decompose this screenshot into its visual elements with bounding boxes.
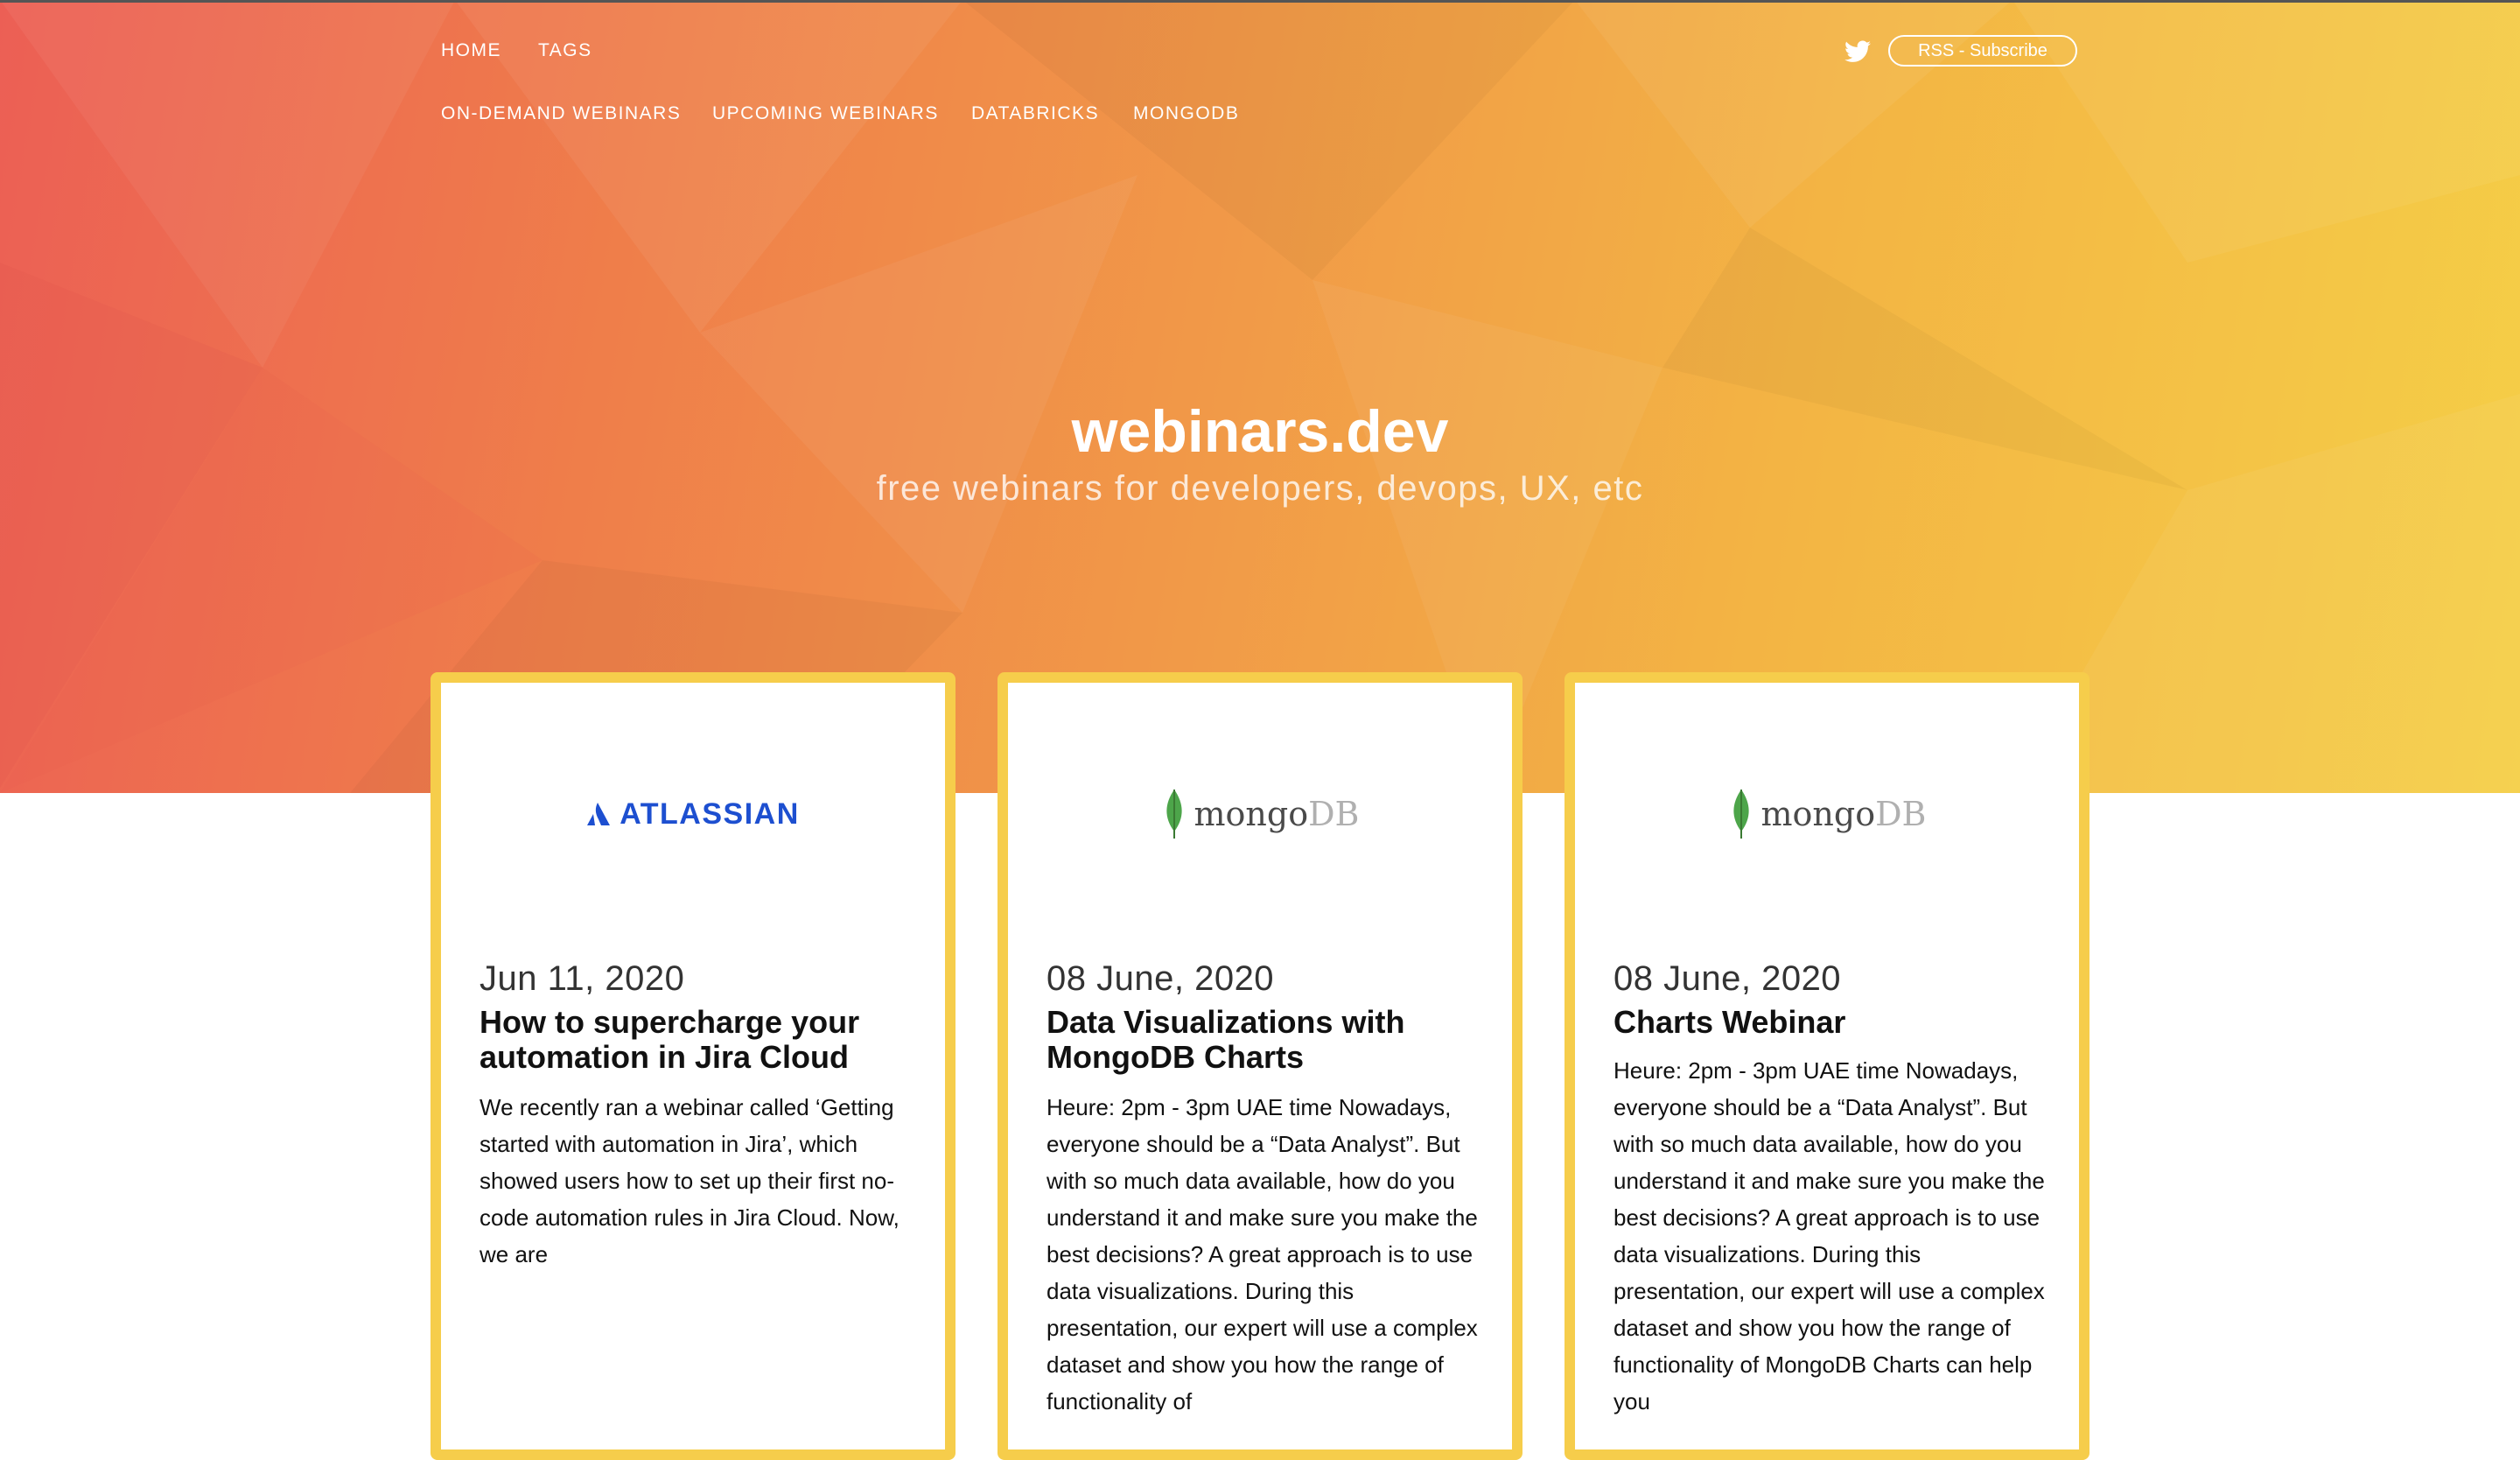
card-title[interactable]: Charts Webinar xyxy=(1614,1005,2051,1040)
card-title[interactable]: How to supercharge your automation in Ji… xyxy=(480,1005,917,1075)
top-border xyxy=(0,0,2520,3)
nav-upcoming-webinars[interactable]: UPCOMING WEBINARS xyxy=(712,103,939,124)
webinar-card[interactable]: ATLASSIAN Jun 11, 2020 How to supercharg… xyxy=(430,672,956,1460)
mongodb-wordmark-main: mongo xyxy=(1760,795,1876,833)
nav-home[interactable]: HOME xyxy=(441,40,501,61)
mongodb-wordmark-db: DB xyxy=(1875,795,1927,833)
card-description: Heure: 2pm - 3pm UAE time Nowadays, ever… xyxy=(1046,1094,1478,1414)
mongodb-leaf-icon xyxy=(1732,790,1749,839)
card-description: We recently ran a webinar called ‘Gettin… xyxy=(480,1094,900,1267)
atlassian-wordmark: ATLASSIAN xyxy=(620,797,800,831)
card-date: 08 June, 2020 xyxy=(1614,959,1842,998)
mongodb-wordmark: mongoDB xyxy=(1761,795,1927,833)
site-subtitle: free webinars for developers, devops, UX… xyxy=(876,469,1644,508)
card-logo: mongoDB xyxy=(1008,779,1512,849)
card-logo: ATLASSIAN xyxy=(441,779,945,849)
card-description: Heure: 2pm - 3pm UAE time Nowadays, ever… xyxy=(1614,1057,2045,1414)
nav-databricks[interactable]: DATABRICKS xyxy=(971,103,1099,124)
site-title: webinars.dev xyxy=(1071,398,1449,465)
mongodb-wordmark-main: mongo xyxy=(1194,795,1309,833)
mongodb-leaf-icon xyxy=(1166,790,1182,839)
card-date: 08 June, 2020 xyxy=(1046,959,1275,998)
card-logo: mongoDB xyxy=(1575,779,2079,849)
nav-on-demand-webinars[interactable]: ON-DEMAND WEBINARS xyxy=(441,103,681,124)
mongodb-wordmark-db: DB xyxy=(1308,795,1360,833)
nav-tags[interactable]: TAGS xyxy=(538,40,592,61)
rss-subscribe-button[interactable]: RSS - Subscribe xyxy=(1888,35,2077,67)
nav-mongodb[interactable]: MONGODB xyxy=(1133,103,1239,124)
atlassian-logo-icon xyxy=(587,803,611,825)
webinar-card[interactable]: mongoDB 08 June, 2020 Charts Webinar Heu… xyxy=(1564,672,2090,1460)
mongodb-wordmark: mongoDB xyxy=(1194,795,1360,833)
twitter-icon[interactable] xyxy=(1844,40,1871,63)
card-date: Jun 11, 2020 xyxy=(480,959,685,998)
card-title[interactable]: Data Visualizations with MongoDB Charts xyxy=(1046,1005,1484,1075)
webinar-card[interactable]: mongoDB 08 June, 2020 Data Visualization… xyxy=(998,672,1522,1460)
